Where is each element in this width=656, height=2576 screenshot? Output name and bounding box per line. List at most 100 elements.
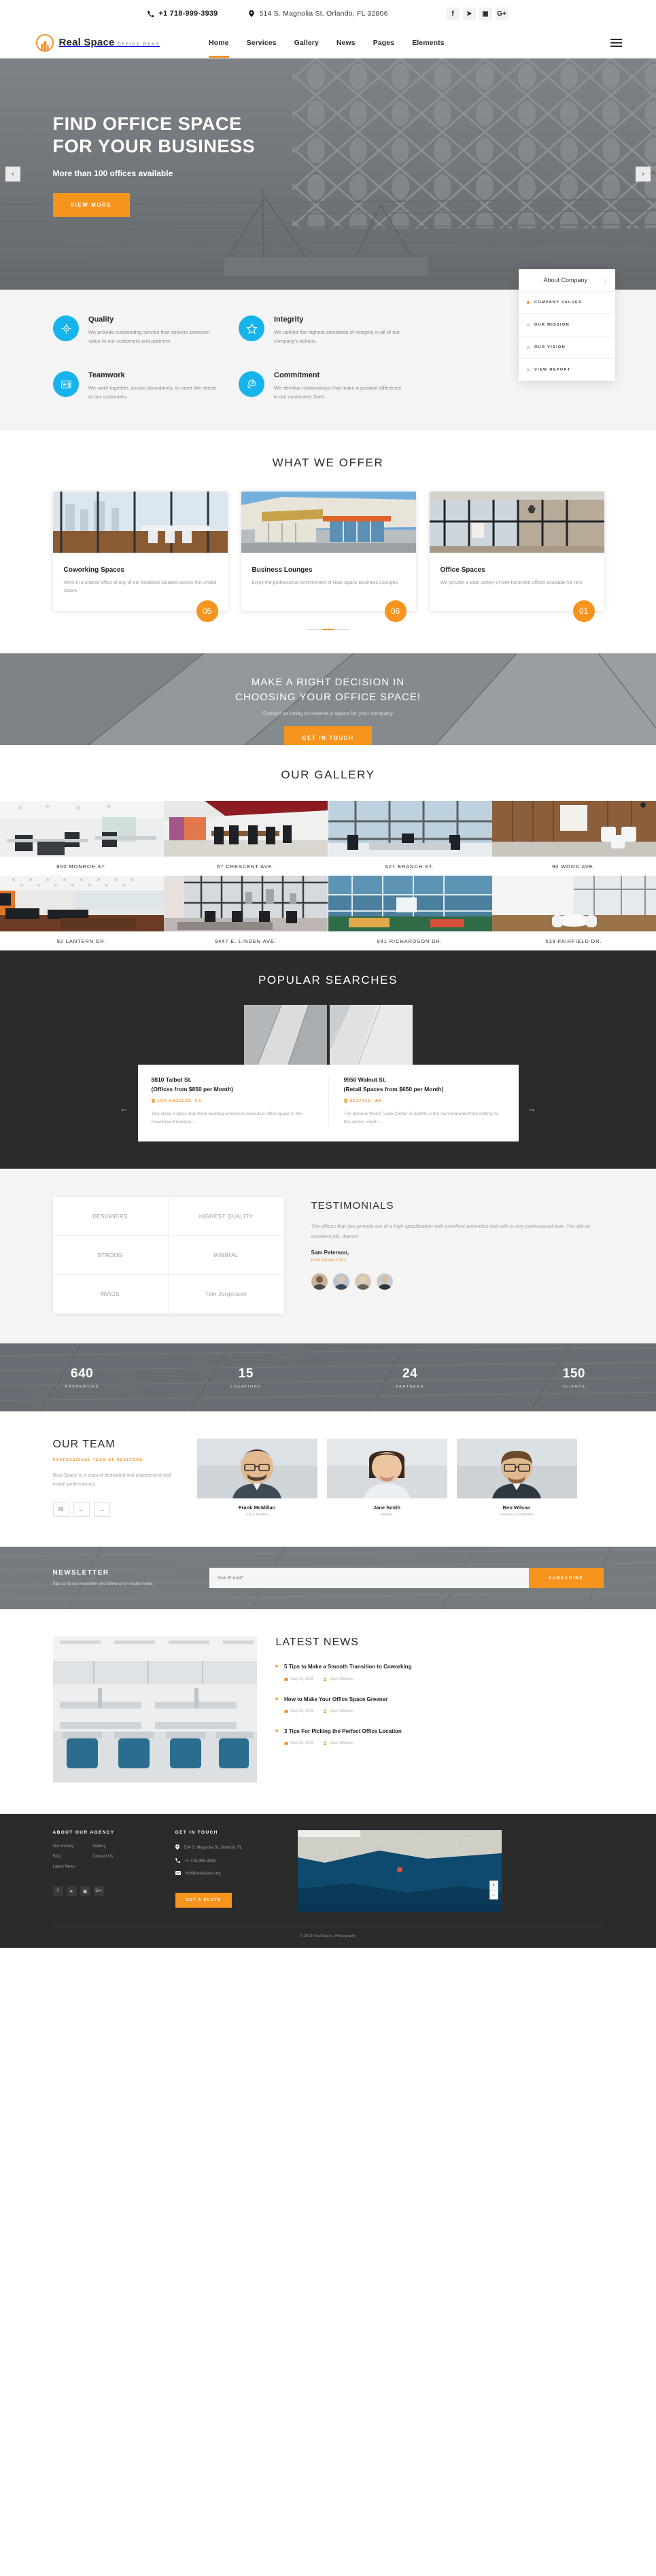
- footer-map[interactable]: + −: [297, 1830, 502, 1912]
- instagram-icon[interactable]: ▣: [80, 1886, 90, 1897]
- popular-listing-1[interactable]: 8810 Talbot St. (Offices from $850 per M…: [151, 1076, 328, 1127]
- counter-value: 640: [71, 1366, 94, 1381]
- gallery-item[interactable]: 90 WOOD AVE.: [491, 801, 656, 876]
- footer-link[interactable]: Contact Us: [93, 1855, 114, 1859]
- map-zoom-controls[interactable]: + −: [489, 1881, 498, 1900]
- google-plus-icon[interactable]: G+: [93, 1886, 104, 1897]
- google-plus-icon[interactable]: G+: [495, 7, 508, 20]
- footer-get-a-quote-button[interactable]: GET A QUOTE: [175, 1893, 232, 1908]
- footer-email[interactable]: info@realspace.org: [175, 1871, 277, 1876]
- facebook-icon[interactable]: f: [446, 7, 460, 20]
- download-icon[interactable]: ↓: [604, 277, 607, 284]
- news-item[interactable]: ▸ How to Make Your Office Space Greener …: [276, 1695, 604, 1713]
- twitter-icon[interactable]: ➤: [462, 7, 476, 20]
- feature-text: We work together, across boundaries, to …: [88, 385, 216, 400]
- footer-link[interactable]: Our History: [53, 1844, 75, 1849]
- gallery-image: [164, 876, 328, 932]
- cta-get-in-touch-button[interactable]: GET IN TOUCH: [284, 725, 372, 746]
- avatar[interactable]: [376, 1273, 393, 1290]
- brand-name: Real Space: [58, 37, 115, 48]
- gallery-item[interactable]: 538 FAIRFIELD DR.: [491, 876, 656, 951]
- team-member[interactable]: Ben Wilson Leasing Coordinator: [456, 1439, 577, 1517]
- site-footer: ABOUT OUR AGENCY Our History FAQ Latest …: [0, 1814, 656, 1948]
- gallery-item[interactable]: 67 CRESCENT AVE.: [164, 801, 328, 876]
- offer-card-image: [429, 491, 604, 553]
- location-icon: [151, 1098, 155, 1105]
- listing-title-line2: (Retail Spaces from $650 per Month): [343, 1085, 444, 1093]
- twitter-icon[interactable]: ➤: [66, 1886, 77, 1897]
- gallery-item[interactable]: 941 RICHARDSON DR.: [328, 876, 492, 951]
- map-zoom-out-button[interactable]: −: [489, 1890, 498, 1899]
- newsletter-email-input[interactable]: [209, 1568, 529, 1589]
- team-prev-button[interactable]: ←: [73, 1502, 90, 1517]
- avatar[interactable]: [332, 1273, 349, 1290]
- nav-item-home[interactable]: Home: [209, 31, 229, 58]
- carousel-dot[interactable]: [307, 629, 320, 631]
- bullet-icon: ▸: [275, 1726, 279, 1734]
- calendar-icon: [284, 1709, 288, 1713]
- gallery-item[interactable]: 9447 E. LINDEN AVE.: [164, 876, 328, 951]
- hero-prev-arrow[interactable]: ‹: [5, 167, 20, 182]
- avatar[interactable]: [311, 1273, 328, 1290]
- gallery-item[interactable]: 92 LANTERN DR.: [0, 876, 165, 951]
- newsletter-subscribe-button[interactable]: SUBSCRIBE: [528, 1568, 604, 1589]
- popular-listing-2[interactable]: 9950 Walnut St. (Retail Spaces from $650…: [328, 1076, 505, 1127]
- offer-card-offices[interactable]: 01 Office Spaces We provide a wide varie…: [429, 491, 604, 623]
- hero-subtitle: More than 100 offices available: [52, 168, 173, 178]
- gallery-item[interactable]: 627 BRANCH ST.: [328, 801, 492, 876]
- nav-item-services[interactable]: Services: [247, 31, 277, 55]
- about-item-view-report[interactable]: VIEW REPORT: [519, 359, 615, 381]
- team-member[interactable]: Frank McMillan CEO, Realtor: [196, 1439, 317, 1517]
- main-navbar: Real Space OFFICE RENT Home Services Gal…: [0, 27, 656, 58]
- news-item[interactable]: ▸ 3 Tips For Picking the Perfect Office …: [276, 1727, 604, 1745]
- nav-menu: Home Services Gallery News Pages Element…: [209, 31, 445, 58]
- news-item[interactable]: ▸ 5 Tips to Make a Smooth Transition to …: [276, 1662, 604, 1681]
- team-next-button[interactable]: →: [93, 1502, 110, 1517]
- hamburger-menu-icon[interactable]: [610, 39, 622, 47]
- site-logo[interactable]: Real Space OFFICE RENT: [35, 34, 160, 52]
- counter-label: PROPERTIES: [65, 1384, 99, 1389]
- about-item-our-mission[interactable]: OUR MISSION: [519, 314, 615, 337]
- popular-prev-arrow[interactable]: ←: [120, 1103, 129, 1114]
- hero-next-arrow[interactable]: ›: [636, 167, 651, 182]
- nav-item-gallery[interactable]: Gallery: [294, 31, 319, 55]
- carousel-dot-active[interactable]: [322, 629, 334, 631]
- nav-item-elements[interactable]: Elements: [412, 31, 445, 55]
- footer-link[interactable]: Latest News: [53, 1865, 75, 1869]
- team-member[interactable]: Jane Smith Realtor: [326, 1439, 447, 1517]
- testimonial-avatars: [311, 1273, 604, 1290]
- offer-card-title: Office Spaces: [440, 566, 485, 574]
- carousel-dot[interactable]: [336, 629, 349, 631]
- avatar[interactable]: [354, 1273, 371, 1290]
- offer-card-lounges[interactable]: 06 Business Lounges Enjoy the profession…: [241, 491, 416, 623]
- nav-item-pages[interactable]: Pages: [373, 31, 394, 55]
- gallery-image: [0, 876, 164, 932]
- facebook-icon[interactable]: f: [52, 1886, 63, 1897]
- gallery-item[interactable]: 860 MONROE ST.: [0, 801, 165, 876]
- offer-card-image: [52, 491, 228, 553]
- popular-image[interactable]: [243, 1005, 327, 1065]
- footer-link[interactable]: FAQ: [53, 1855, 75, 1859]
- popular-searches-section: POPULAR SEARCHES ← 8810 Talbot St. (Offi…: [0, 950, 656, 1169]
- gallery-item-label: 90 WOOD AVE.: [491, 857, 656, 876]
- instagram-icon[interactable]: ▣: [479, 7, 492, 20]
- about-item-our-vision[interactable]: OUR VISION: [519, 337, 615, 359]
- offer-title: WHAT WE OFFER: [272, 456, 384, 469]
- phone-number[interactable]: +1 718-999-3939: [158, 10, 218, 18]
- nav-item-news[interactable]: News: [336, 31, 356, 55]
- counter-clients: 150 CLIENTS: [492, 1367, 656, 1389]
- team-mail-button[interactable]: ✉: [52, 1502, 69, 1517]
- listing-title: 8810 Talbot St. (Offices from $850 per M…: [152, 1076, 316, 1093]
- hero-view-more-button[interactable]: VIEW MORE: [52, 192, 130, 217]
- phone-icon: [148, 10, 154, 17]
- popular-next-arrow[interactable]: →: [528, 1103, 536, 1114]
- footer-link[interactable]: Gallery: [93, 1844, 114, 1849]
- map-zoom-in-button[interactable]: +: [490, 1881, 498, 1890]
- bullet-icon: ▸: [275, 1662, 279, 1670]
- popular-image[interactable]: [329, 1005, 413, 1065]
- footer-phone[interactable]: +1 718-999-3939: [175, 1858, 277, 1864]
- offer-card-coworking[interactable]: 05 Coworking Spaces Work in a shared off…: [52, 491, 228, 623]
- team-controls: ✉ ← →: [52, 1502, 182, 1517]
- testimonials-title: TESTIMONIALS: [311, 1200, 394, 1212]
- about-item-company-values[interactable]: COMPANY VALUES: [519, 292, 615, 314]
